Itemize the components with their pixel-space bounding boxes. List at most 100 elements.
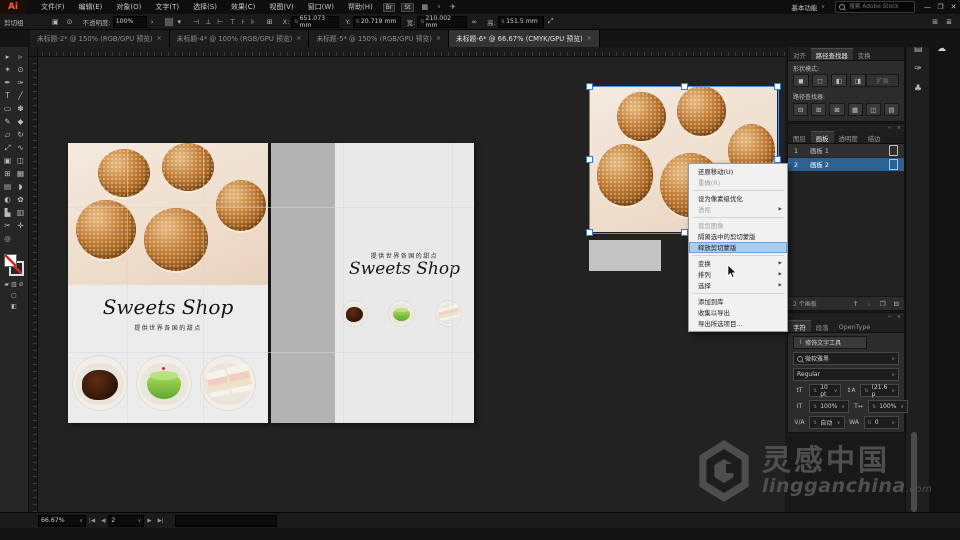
zoom-tool[interactable]: ◎ — [1, 232, 14, 245]
search-input[interactable] — [847, 3, 911, 11]
scale-tool[interactable]: ⤢ — [1, 141, 14, 154]
panel-tab[interactable]: 路径查找器 — [810, 48, 853, 60]
hand-tool[interactable]: ✛ — [14, 219, 27, 232]
column-graph-tool[interactable]: ▙ — [1, 206, 14, 219]
trim-icon[interactable]: ⊞ — [811, 103, 827, 116]
opacity-more-icon[interactable]: › — [147, 18, 158, 26]
context-menu-item[interactable]: ▶ — [692, 255, 784, 256]
horizontal-scale-field[interactable]: 100% — [868, 400, 909, 413]
chocolate-cake-photo-small[interactable] — [341, 300, 368, 327]
menu-item[interactable]: 效果(C) — [224, 2, 262, 12]
context-menu-item[interactable]: 变换 ▶ — [689, 258, 787, 269]
arrange-docs-icon[interactable]: ⊞ — [928, 18, 942, 26]
cream-puffs-photo[interactable] — [68, 143, 268, 285]
close-icon[interactable]: × — [897, 125, 901, 131]
control-menu-icon[interactable]: ≣ — [942, 18, 956, 26]
exclude-icon[interactable]: ◨ — [850, 74, 866, 87]
tracking-field[interactable]: 0 — [863, 416, 899, 429]
menu-item[interactable]: 视图(V) — [262, 2, 300, 12]
selection-handle[interactable] — [681, 83, 688, 90]
color-icon[interactable]: ▰ — [4, 281, 9, 288]
panel-tab[interactable]: 字符 — [788, 320, 811, 332]
context-menu-item[interactable]: 释放剪切蒙版 ▶ — [689, 242, 787, 253]
arrange-documents-icon[interactable]: ▦ — [417, 3, 434, 11]
gray-sidebar-block[interactable] — [271, 143, 335, 423]
zoom-level-field[interactable]: 66.67% — [38, 514, 86, 527]
reference-point-icon[interactable]: ⊞ — [263, 18, 277, 26]
context-menu-item[interactable]: 裁剪图像 ▶ — [689, 220, 787, 231]
close-icon[interactable]: × — [897, 314, 901, 320]
previous-artboard-icon[interactable]: ◀ — [98, 518, 108, 524]
font-family-field[interactable]: 微软雅黑 — [793, 352, 899, 365]
link-dimensions-icon[interactable]: ∞ — [467, 18, 481, 26]
blend-tool[interactable]: ◐ — [1, 193, 14, 206]
minus-back-icon[interactable]: ▤ — [883, 103, 900, 116]
font-style-field[interactable]: Regular — [793, 368, 899, 381]
document-tab[interactable]: 未标题-2* @ 150% (RGB/GPU 预览) × — [30, 29, 170, 47]
rotate-tool[interactable]: ↻ — [14, 128, 27, 141]
menu-item[interactable]: 帮助(H) — [341, 2, 380, 12]
none-icon[interactable]: ⊘ — [19, 281, 24, 288]
context-menu-item[interactable]: 重做(R) ▶ — [689, 177, 787, 188]
shaper-tool[interactable]: ◆ — [14, 115, 27, 128]
gradient-tool[interactable]: ▤ — [1, 180, 14, 193]
gradient-icon[interactable]: ▥ — [11, 281, 17, 288]
direct-selection-tool[interactable]: ▹ — [14, 50, 27, 63]
poster1-subtitle[interactable]: 提供世界各国的甜点 — [68, 323, 268, 332]
panel-tab[interactable]: 图层 — [788, 131, 811, 143]
y-field[interactable]: 20.719 mm — [352, 15, 401, 28]
menu-item[interactable]: 文字(T) — [148, 2, 186, 12]
first-artboard-icon[interactable]: |◀ — [86, 518, 98, 524]
draw-mode-icon[interactable]: ▢ — [11, 292, 17, 299]
document-tab[interactable]: 未标题-4* @ 100% (RGB/GPU 预览) × — [169, 29, 310, 47]
scale-corners-icon[interactable]: ⤢ — [544, 17, 558, 26]
selection-handle[interactable] — [586, 83, 593, 90]
align-center-icon[interactable]: ⊥ — [203, 18, 213, 26]
unite-icon[interactable]: ◼ — [793, 74, 809, 87]
shape-builder-tool[interactable]: ◫ — [14, 154, 27, 167]
panel-tab[interactable]: 变换 — [853, 48, 876, 60]
kerning-field[interactable]: 自动 — [809, 416, 845, 429]
ruler-origin[interactable] — [28, 47, 38, 57]
expand-button[interactable]: 扩展 — [866, 74, 899, 87]
tab-close-icon[interactable]: × — [296, 35, 301, 42]
eraser-tool[interactable]: ▱ — [1, 128, 14, 141]
panel-tab[interactable]: 画板 — [810, 131, 834, 143]
menu-item[interactable]: 文件(F) — [34, 2, 72, 12]
context-menu-item[interactable]: ▶ — [692, 190, 784, 191]
artboard-nav-field[interactable]: 2 — [108, 514, 145, 527]
context-menu-item[interactable]: 设为像素级优化 ▶ — [689, 193, 787, 204]
menu-item[interactable]: 编辑(E) — [72, 2, 110, 12]
artboard-1[interactable]: Sweets Shop 提供世界各国的甜点 — [68, 143, 268, 423]
selection-handle[interactable] — [774, 156, 781, 163]
merge-icon[interactable]: ⊠ — [829, 103, 845, 116]
panel-tab[interactable]: 对齐 — [788, 48, 811, 60]
green-cake-photo-small[interactable] — [388, 300, 415, 327]
context-menu-item[interactable]: ▶ — [692, 293, 784, 294]
artboard-tool[interactable]: ▥ — [14, 206, 27, 219]
tab-close-icon[interactable]: × — [587, 35, 592, 42]
leading-field[interactable]: (21.6 p — [860, 384, 899, 398]
tab-close-icon[interactable]: × — [157, 35, 162, 42]
stock-icon[interactable]: St — [401, 2, 414, 12]
panel-tab[interactable]: 透明度 — [834, 131, 863, 143]
delete-artboard-icon[interactable]: ⊟ — [894, 300, 899, 308]
layer-cake-photo[interactable] — [200, 355, 256, 411]
width-field[interactable]: 210.002 mm — [417, 15, 468, 29]
align-middle-icon[interactable]: ⊦ — [239, 18, 247, 26]
align-bottom-icon[interactable]: ⊧ — [249, 18, 257, 26]
recolor-icon[interactable]: ▣ — [48, 18, 63, 26]
poster1-title[interactable]: Sweets Shop — [68, 295, 268, 319]
eyedropper-tool[interactable]: ◗ — [14, 180, 27, 193]
context-menu-item[interactable]: 选择 ▶ — [689, 280, 787, 291]
collapse-icon[interactable]: ‹‹ — [888, 125, 892, 131]
font-size-field[interactable]: 10 pt — [809, 384, 842, 398]
type-tool[interactable]: T — [1, 89, 14, 102]
share-icon[interactable]: ✈ — [445, 3, 461, 11]
pen-tool[interactable]: ✒ — [1, 76, 14, 89]
height-field[interactable]: 151.5 mm — [497, 15, 544, 28]
slice-tool[interactable]: ✂ — [1, 219, 14, 232]
fill-stroke-indicator[interactable] — [3, 253, 25, 277]
style-swatch[interactable] — [163, 16, 174, 27]
lasso-tool[interactable]: ⊙ — [14, 63, 27, 76]
